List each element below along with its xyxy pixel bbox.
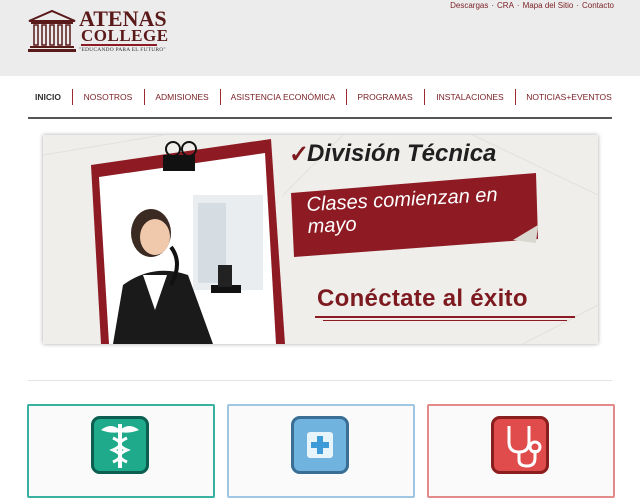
logo-slogan: "EDUCANDO PARA EL FUTURO" bbox=[79, 47, 166, 53]
logo-college-text: COLLEGE bbox=[81, 26, 169, 45]
caduceus-icon bbox=[91, 416, 149, 474]
link-mapa-del-sitio[interactable]: Mapa del Sitio bbox=[523, 1, 574, 10]
building-logo-icon bbox=[28, 9, 76, 52]
program-card-nursing[interactable] bbox=[427, 404, 615, 498]
utility-links: Descargas · CRA · Mapa del Sitio · Contacto bbox=[450, 1, 614, 10]
logo-rule bbox=[81, 44, 157, 46]
link-contacto[interactable]: Contacto bbox=[582, 1, 614, 10]
program-card-medical-assistant[interactable] bbox=[27, 404, 215, 498]
nav-item-asistencia-economica[interactable]: ASISTENCIA ECONÓMICA bbox=[226, 87, 340, 107]
banner-title: División Técnica bbox=[307, 140, 497, 167]
nav-divider bbox=[28, 117, 612, 119]
nav-item-inicio[interactable]: INICIO bbox=[28, 87, 68, 107]
medical-cross-icon bbox=[291, 416, 349, 474]
site-logo[interactable]: ATENAS COLLEGE "EDUCANDO PARA EL FUTURO" bbox=[27, 8, 168, 57]
main-nav: INICIO NOSOTROS ADMISIONES ASISTENCIA EC… bbox=[0, 87, 640, 107]
hero-banner[interactable]: ✓ División Técnica Clases comienzan en m… bbox=[43, 135, 598, 344]
nav-item-instalaciones[interactable]: INSTALACIONES bbox=[430, 87, 510, 107]
nav-item-programas[interactable]: PROGRAMAS bbox=[352, 87, 418, 107]
nav-item-admisiones[interactable]: ADMISIONES bbox=[150, 87, 214, 107]
site-header: ATENAS COLLEGE "EDUCANDO PARA EL FUTURO"… bbox=[0, 0, 640, 76]
nav-item-nosotros[interactable]: NOSOTROS bbox=[78, 87, 138, 107]
banner-tagline: Conéctate al éxito bbox=[317, 285, 528, 312]
program-card-emergency[interactable] bbox=[227, 404, 415, 498]
link-cra[interactable]: CRA bbox=[497, 1, 514, 10]
stethoscope-icon bbox=[491, 416, 549, 474]
nav-item-noticias-eventos[interactable]: NOTICIAS+EVENTOS bbox=[522, 87, 616, 107]
section-divider bbox=[28, 380, 612, 381]
link-descargas[interactable]: Descargas bbox=[450, 1, 488, 10]
